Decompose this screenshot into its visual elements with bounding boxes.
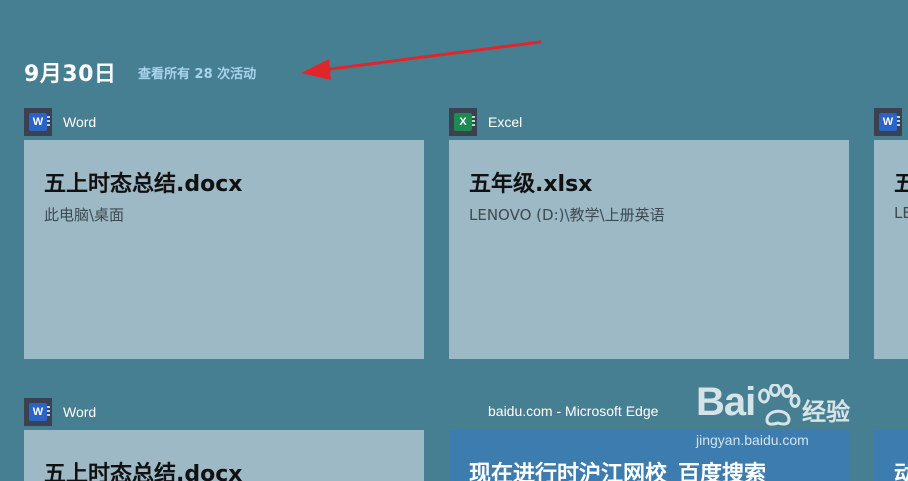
activity-card-edge[interactable]: 现在进行时沪江网校_百度搜索 [449, 430, 849, 481]
activity-card[interactable]: 五 LE [874, 140, 908, 359]
word-icon: W [24, 398, 52, 426]
card-title: 动 [894, 462, 908, 481]
app-name: Excel [488, 114, 523, 130]
card-title: 现在进行时沪江网校_百度搜索 [469, 462, 767, 481]
card-title: 五年级.xlsx [469, 172, 593, 197]
date-heading: 9月30日 [24, 62, 117, 87]
see-all-activities-link[interactable]: 查看所有 28 次活动 [138, 63, 256, 82]
watermark-text: 经验 [802, 398, 850, 426]
word-icon: W [874, 108, 902, 136]
card-title: 五上时态总结.docx [44, 172, 243, 197]
app-label-word: W Word [24, 108, 96, 136]
watermark-logo-text: Bai [696, 380, 756, 424]
annotation-arrow [301, 40, 542, 80]
card-path: LENOVO (D:)\教学\上册英语 [469, 206, 665, 224]
card-title: 五上时态总结.docx [44, 462, 243, 481]
excel-icon: X [449, 108, 477, 136]
activity-card[interactable]: 五年级.xlsx LENOVO (D:)\教学\上册英语 [449, 140, 849, 359]
app-label-excel: X Excel [449, 108, 522, 136]
app-name: Word [63, 114, 97, 130]
app-label-word: W [874, 108, 902, 136]
app-name: Word [63, 404, 97, 420]
activity-card-edge[interactable]: 动 [874, 430, 908, 481]
card-path: 此电脑\桌面 [44, 206, 125, 224]
app-label-word: W Word [24, 398, 96, 426]
word-icon: W [24, 108, 52, 136]
activity-card[interactable]: 五上时态总结.docx [24, 430, 424, 481]
app-label-edge: baidu.com - Microsoft Edge [488, 403, 659, 419]
activity-card[interactable]: 五上时态总结.docx 此电脑\桌面 [24, 140, 424, 359]
card-path: LE [894, 204, 908, 222]
card-title: 五 [894, 172, 908, 197]
paw-icon [758, 384, 801, 426]
